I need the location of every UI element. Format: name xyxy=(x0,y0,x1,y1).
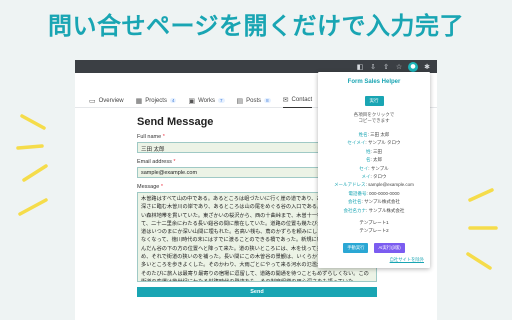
count-badge: 4 xyxy=(169,98,177,103)
popup-title: Form Sales Helper xyxy=(347,79,401,85)
nav-label: Overview xyxy=(98,97,124,104)
nav-item-contact[interactable]: ✉ Contact xyxy=(282,94,313,108)
popup-note: 各項目をクリックで コピーできます xyxy=(353,112,395,123)
template-1[interactable]: テンプレート1 xyxy=(318,219,430,227)
puzzle-icon[interactable]: ✱ xyxy=(423,63,431,71)
headline: 問い合せページを開くだけで入力完了 xyxy=(47,12,465,40)
template-list: テンプレート1 テンプレート2 xyxy=(318,219,430,235)
count-badge: 8 xyxy=(264,98,271,103)
nav-label: Works xyxy=(198,97,215,104)
exclude-site-link[interactable]: 自社サイトを除外 xyxy=(390,257,424,263)
nav-label: Contact xyxy=(291,97,313,103)
field-row[interactable]: メールアドレス: sample@example.com xyxy=(318,181,430,189)
manual-run-button[interactable]: 手動実行 xyxy=(343,243,369,254)
star-icon[interactable]: ☆ xyxy=(395,63,403,71)
field-row[interactable]: 電話番号: 000-0000-0000 xyxy=(318,190,430,198)
count-badge: 7 xyxy=(217,98,225,103)
extension-popup: Form Sales Helper 実行 各項目をクリックで コピーできます 姓… xyxy=(318,72,430,268)
nav-item-projects[interactable]: ▦ Projects 4 xyxy=(136,94,177,108)
download-icon[interactable]: ⇩ xyxy=(369,63,377,71)
extension-icon[interactable]: ● xyxy=(408,62,418,72)
nav-item-posts[interactable]: ▤ Posts 8 xyxy=(237,94,271,108)
field-row[interactable]: セイ: サンプル xyxy=(318,165,430,173)
ai-run-button[interactable]: AI実行(β版) xyxy=(374,243,405,254)
mail-icon: ✉ xyxy=(282,96,289,104)
popup-actions: 手動実行 AI実行(β版) xyxy=(318,243,430,254)
table-icon: ▦ xyxy=(135,96,143,105)
field-row[interactable]: セイメイ: サンプル タロウ xyxy=(318,139,430,147)
field-row[interactable]: メイ: タロウ xyxy=(318,173,430,181)
field-list: 姓名: 三田 太郎 セイメイ: サンプル タロウ 姓: 三田 名: 太郎 セイ:… xyxy=(318,131,430,215)
translate-icon[interactable]: ◧ xyxy=(356,63,364,71)
document-icon: ▤ xyxy=(236,96,244,105)
field-row[interactable]: 会社名カナ: サンプル株式会社 xyxy=(318,207,430,215)
template-2[interactable]: テンプレート2 xyxy=(318,227,430,235)
share-icon[interactable]: ⇧ xyxy=(382,63,390,71)
field-row[interactable]: 姓: 三田 xyxy=(318,148,430,156)
nav-item-overview[interactable]: ▭ Overview xyxy=(89,94,124,108)
send-button[interactable]: Send xyxy=(137,287,377,297)
book-icon: ▭ xyxy=(89,96,96,105)
field-row[interactable]: 姓名: 三田 太郎 xyxy=(318,131,430,139)
field-row[interactable]: 名: 太郎 xyxy=(318,156,430,164)
nav-item-works[interactable]: ▣ Works 7 xyxy=(188,94,225,108)
field-row[interactable]: 会社名: サンプル株式会社 xyxy=(318,198,430,206)
nav-label: Projects xyxy=(145,97,167,104)
run-button[interactable]: 実行 xyxy=(364,96,384,106)
nav-label: Posts xyxy=(246,97,262,104)
briefcase-icon: ▣ xyxy=(188,96,196,105)
